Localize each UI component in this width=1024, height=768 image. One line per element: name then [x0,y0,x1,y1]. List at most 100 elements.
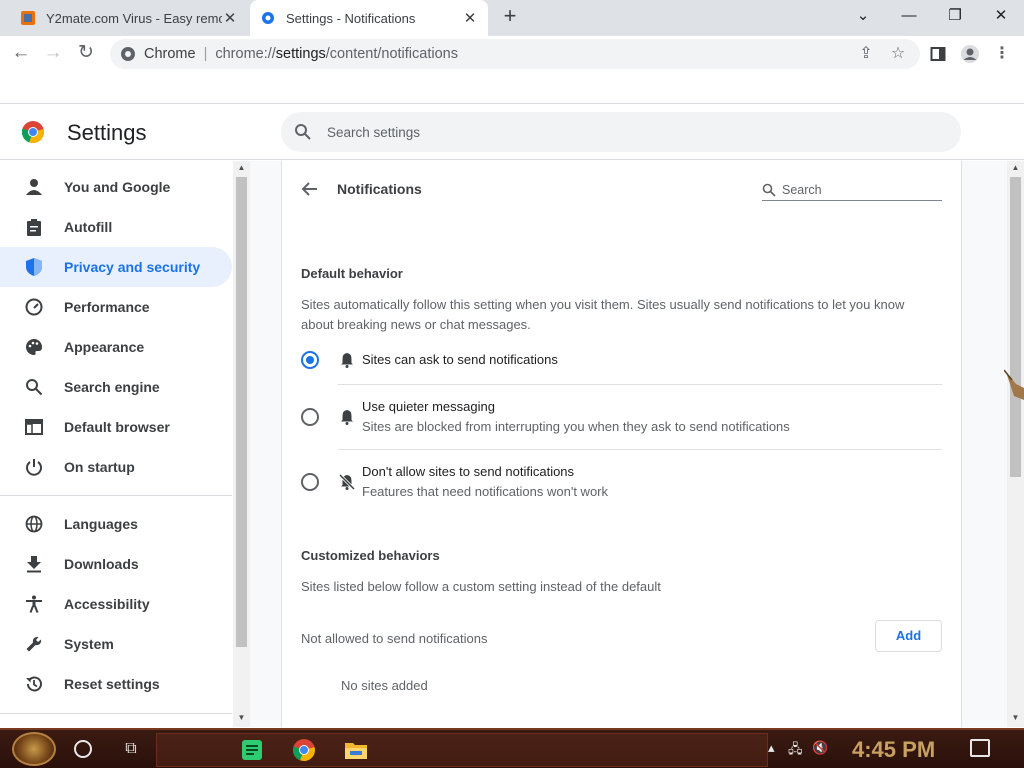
bookmark-bar [0,72,1024,104]
sidebar-item-default-browser[interactable]: Default browser [0,407,232,447]
sidebar-item-appearance[interactable]: Appearance [0,327,232,367]
chrome-taskbar-icon[interactable] [282,734,326,766]
settings-gear-favicon-icon [262,12,274,24]
taskbar-clock[interactable]: 4:45 PM [852,737,935,763]
tab-settings-notifications[interactable]: Settings - Notifications ✕ [250,0,488,36]
settings-title: Settings [67,120,147,145]
network-icon[interactable]: 🖧 [788,740,803,762]
sidebar-item-label: Privacy and security [64,259,201,275]
option-separator [338,384,942,385]
taskbar-search-icon[interactable] [74,740,92,758]
sidebar-item-on-startup[interactable]: On startup [0,447,232,487]
notifications-card: Notifications Default behavior Sites aut… [281,161,962,727]
profile-avatar-icon[interactable] [958,42,982,66]
sidebar-item-reset-settings[interactable]: Reset settings [0,664,232,704]
site-chip-label: Chrome [144,46,196,62]
settings-search-input[interactable] [327,124,927,140]
back-button[interactable]: ← [8,41,34,67]
sidebar-scrollbar[interactable]: ▲ ▼ [233,161,250,727]
close-window-button[interactable]: ✕ [978,4,1024,30]
reload-button[interactable]: ↻ [73,41,99,67]
sidebar-divider [0,495,232,496]
sidebar-item-label: Performance [64,299,150,315]
not-allowed-list-heading: Not allowed to send notifications [301,631,488,646]
share-icon[interactable]: ⇪ [854,42,878,66]
tab-strip: Y2mate.com Virus - Easy remov ✕ Settings… [0,0,1024,36]
scroll-up-arrow-icon[interactable]: ▲ [1007,163,1024,177]
sidebar-item-label: Reset settings [64,676,160,692]
history-icon [24,674,44,694]
sidebar-item-you-and-google[interactable]: You and Google [0,167,232,207]
option-dont-allow[interactable]: Don't allow sites to send notifications … [301,462,942,506]
radio-button[interactable] [301,408,319,426]
palette-icon [24,337,44,357]
default-behavior-heading: Default behavior [301,266,403,281]
download-icon [24,554,44,574]
url-text: chrome://settings/content/notifications [215,46,458,62]
customized-behaviors-description: Sites listed below follow a custom setti… [301,579,661,594]
page-title: Notifications [337,181,422,197]
close-tab-icon[interactable]: ✕ [462,9,478,27]
volume-muted-icon[interactable]: 🔇 [812,740,828,756]
menu-kebab-icon[interactable]: ⋮ [990,42,1014,66]
notes-app-icon[interactable] [230,734,274,766]
task-view-icon[interactable]: ⧉ [120,738,142,760]
tab-y2mate[interactable]: Y2mate.com Virus - Easy remov ✕ [10,0,248,36]
radio-button-checked[interactable] [301,351,319,369]
option-separator [338,449,942,450]
sidebar-item-label: Search engine [64,379,160,395]
scroll-down-arrow-icon[interactable]: ▼ [1007,713,1024,727]
bell-icon [341,353,353,368]
sidebar-item-downloads[interactable]: Downloads [0,544,232,584]
settings-header: Settings [0,104,1024,160]
sidebar-item-system[interactable]: System [0,624,232,664]
tab-search-button[interactable]: ⌄ [840,4,886,30]
accessibility-icon [24,594,44,614]
clipboard-icon [24,217,44,237]
chrome-site-icon [121,47,135,61]
scroll-down-arrow-icon[interactable]: ▼ [233,713,250,727]
option-label: Sites can ask to send notifications [362,352,558,367]
sidebar-divider [0,713,232,714]
sidebar-scroll-thumb[interactable] [236,177,247,647]
search-icon [24,377,44,397]
browser-icon [24,417,44,437]
sidebar-item-search-engine[interactable]: Search engine [0,367,232,407]
scroll-up-arrow-icon[interactable]: ▲ [233,163,250,177]
add-site-button[interactable]: Add [875,620,942,652]
customized-behaviors-heading: Customized behaviors [301,548,440,563]
restore-button[interactable]: ❐ [932,4,978,30]
option-quieter-messaging[interactable]: Use quieter messaging Sites are blocked … [301,397,942,441]
page-scroll-thumb[interactable] [1010,177,1021,477]
notifications-search-box[interactable] [762,179,942,201]
notifications-search-input[interactable] [782,182,932,197]
settings-sidebar: You and Google Autofill Privacy and secu… [0,161,233,727]
sidebar-item-languages[interactable]: Languages [0,504,232,544]
settings-search-box[interactable] [281,112,961,152]
page-scrollbar[interactable]: ▲ ▼ [1007,161,1024,727]
option-sublabel: Sites are blocked from interrupting you … [362,419,790,434]
new-tab-button[interactable]: + [498,5,522,29]
bookmark-star-icon[interactable]: ☆ [886,42,910,66]
file-explorer-icon[interactable] [334,734,378,766]
forward-button[interactable]: → [40,41,66,67]
sidebar-item-label: Accessibility [64,596,150,612]
option-label: Don't allow sites to send notifications [362,464,575,479]
sidebar-item-accessibility[interactable]: Accessibility [0,584,232,624]
notification-center-icon[interactable] [970,739,990,757]
globe-icon [24,514,44,534]
close-tab-icon[interactable]: ✕ [222,9,238,27]
start-button[interactable] [12,732,56,766]
side-panel-icon[interactable] [926,42,950,66]
sidebar-item-privacy-and-security[interactable]: Privacy and security [0,247,232,287]
radio-button[interactable] [301,473,319,491]
back-arrow-icon[interactable] [298,177,322,201]
tray-overflow-icon[interactable]: ▴ [768,740,775,756]
search-icon [762,183,776,197]
option-sites-can-ask[interactable]: Sites can ask to send notifications [301,349,942,385]
sidebar-item-performance[interactable]: Performance [0,287,232,327]
sidebar-item-autofill[interactable]: Autofill [0,207,232,247]
minimize-button[interactable]: — [886,4,932,30]
address-bar[interactable]: Chrome | chrome://settings/content/notif… [110,39,920,69]
person-icon [24,177,44,197]
